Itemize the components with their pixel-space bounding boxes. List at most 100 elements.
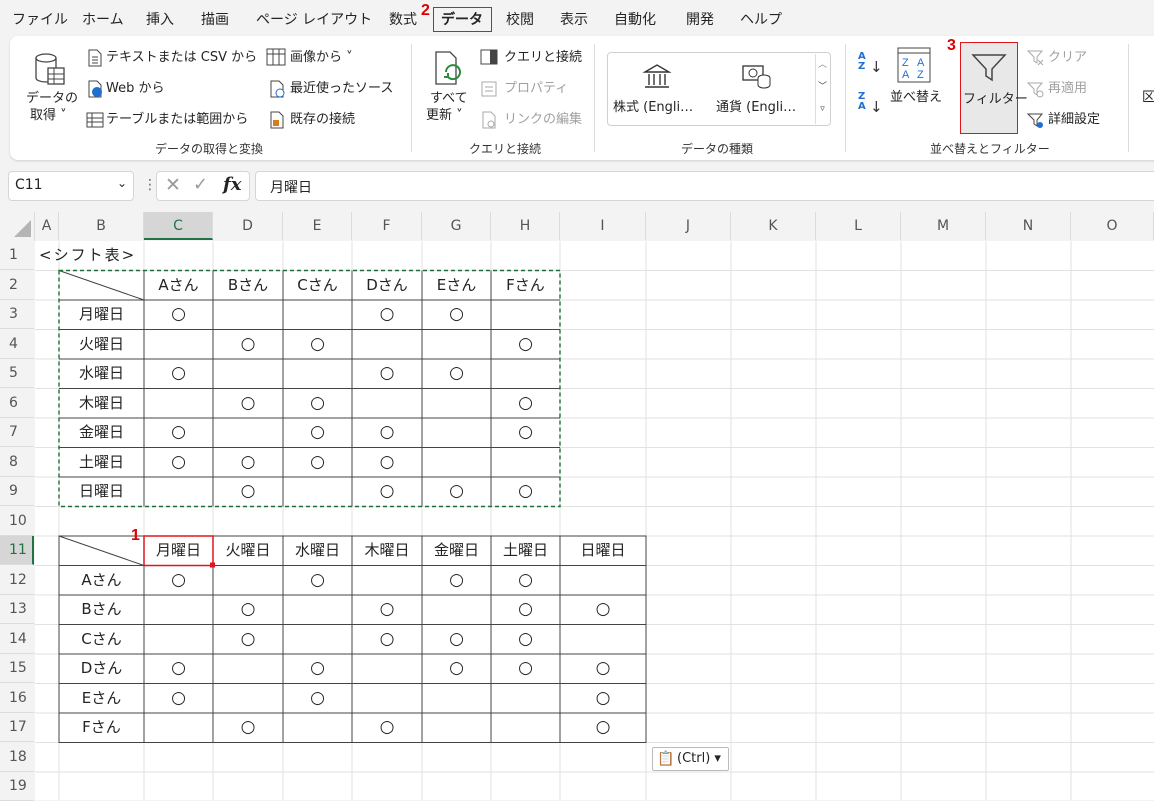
row-header[interactable]: 6 — [0, 388, 34, 418]
shift-cell[interactable] — [422, 389, 491, 418]
paste-options-button[interactable]: 📋 (Ctrl) ▾ — [652, 747, 729, 771]
shift-cell[interactable]: ○ — [213, 477, 283, 506]
shift-cell[interactable]: ○ — [491, 330, 560, 359]
get-data-icon[interactable] — [32, 50, 68, 90]
shift-cell[interactable]: ○ — [491, 654, 560, 683]
row-header[interactable]: 9 — [0, 477, 34, 506]
table-header-cell[interactable]: Cさん — [283, 271, 352, 300]
from-web-button[interactable]: Web から — [106, 81, 164, 97]
row-header[interactable]: 18 — [0, 742, 34, 772]
shift-cell[interactable] — [352, 389, 422, 418]
row-header[interactable]: 13 — [0, 595, 34, 624]
gallery-scroll[interactable]: ︿ ﹀ ▿ — [815, 54, 829, 124]
shift-cell[interactable]: ○ — [283, 684, 352, 713]
shift-cell[interactable] — [144, 477, 213, 506]
shift-cell[interactable] — [422, 684, 491, 713]
row-label-cell[interactable]: 金曜日 — [59, 418, 144, 447]
shift-cell[interactable] — [491, 684, 560, 713]
shift-cell[interactable] — [213, 300, 283, 329]
shift-cell[interactable]: ○ — [352, 713, 422, 742]
row-label-cell[interactable]: 水曜日 — [59, 359, 144, 388]
row-header[interactable]: 14 — [0, 624, 34, 654]
sort-button[interactable]: 並べ替え — [890, 90, 942, 106]
shift-cell[interactable] — [283, 625, 352, 654]
shift-cell[interactable] — [144, 713, 213, 742]
shift-cell[interactable]: ○ — [422, 359, 491, 388]
shift-cell[interactable] — [283, 477, 352, 506]
shift-cell[interactable]: ○ — [213, 713, 283, 742]
stocks-button[interactable]: 株式 (Engli… — [613, 100, 693, 116]
shift-cell[interactable] — [352, 654, 422, 683]
refresh-all-label-1[interactable]: すべて — [430, 91, 468, 107]
column-header[interactable]: F — [352, 212, 422, 240]
shift-cell[interactable]: ○ — [491, 625, 560, 654]
recent-sources-button[interactable]: 最近使ったソース — [290, 81, 393, 97]
get-data-label-1[interactable]: データの — [26, 91, 78, 107]
row-header[interactable]: 16 — [0, 683, 34, 713]
column-header[interactable]: O — [1071, 212, 1154, 240]
table-header-cell[interactable]: 木曜日 — [352, 536, 422, 565]
shift-cell[interactable] — [491, 300, 560, 329]
column-header[interactable]: A — [35, 212, 59, 240]
more-options-icon[interactable]: ⋮ — [143, 177, 157, 193]
from-table-range-button[interactable]: テーブルまたは範囲から — [106, 112, 248, 128]
row-label-cell[interactable]: Eさん — [59, 684, 144, 713]
existing-connections-button[interactable]: 既存の接続 — [290, 112, 355, 128]
shift-cell[interactable] — [352, 566, 422, 595]
table-header-cell[interactable]: Dさん — [352, 271, 422, 300]
table-header-cell[interactable]: Eさん — [422, 271, 491, 300]
tab-review[interactable]: 校閲 — [506, 9, 534, 31]
table-header-cell[interactable]: 水曜日 — [283, 536, 352, 565]
gallery-more-icon[interactable]: ▿ — [816, 98, 829, 120]
shift-cell[interactable] — [283, 595, 352, 624]
shift-cell[interactable]: ○ — [491, 477, 560, 506]
shift-cell[interactable] — [491, 448, 560, 477]
shift-cell[interactable]: ○ — [144, 654, 213, 683]
table-header-cell[interactable]: Fさん — [491, 271, 560, 300]
shift-cell[interactable]: ○ — [144, 566, 213, 595]
table-header-cell[interactable]: Bさん — [213, 271, 283, 300]
row-label-cell[interactable]: Dさん — [59, 654, 144, 683]
tab-file[interactable]: ファイル — [12, 9, 68, 31]
shift-cell[interactable] — [213, 684, 283, 713]
shift-cell[interactable]: ○ — [352, 595, 422, 624]
shift-cell[interactable]: ○ — [560, 595, 646, 624]
currencies-button[interactable]: 通貨 (Engli… — [716, 100, 796, 116]
row-header[interactable]: 3 — [0, 300, 34, 329]
shift-cell[interactable]: ○ — [213, 595, 283, 624]
shift-cell[interactable] — [560, 625, 646, 654]
shift-cell[interactable] — [422, 713, 491, 742]
get-data-label-2[interactable]: 取得 ˅ — [30, 108, 67, 124]
shift-cell[interactable]: ○ — [491, 389, 560, 418]
insert-function-icon[interactable]: fx — [223, 174, 241, 195]
shift-cell[interactable]: ○ — [283, 654, 352, 683]
tab-insert[interactable]: 挿入 — [146, 9, 174, 31]
tab-page-layout[interactable]: ページ レイアウト — [256, 9, 372, 31]
shift-cell[interactable]: ○ — [144, 684, 213, 713]
chevron-down-icon[interactable]: ⌄ — [117, 176, 127, 190]
shift-cell[interactable] — [422, 418, 491, 447]
shift-cell[interactable]: ○ — [283, 566, 352, 595]
shift-cell[interactable] — [144, 389, 213, 418]
row-header[interactable]: 5 — [0, 359, 34, 388]
name-box[interactable]: C11 ⌄ — [8, 171, 134, 201]
from-picture-button[interactable]: 画像から ˅ — [290, 50, 353, 66]
row-header[interactable]: 12 — [0, 565, 34, 595]
shift-cell[interactable] — [491, 713, 560, 742]
shift-cell[interactable]: ○ — [560, 684, 646, 713]
shift-cell[interactable]: ○ — [283, 418, 352, 447]
advanced-button[interactable]: 詳細設定 — [1048, 112, 1100, 128]
row-header[interactable]: 7 — [0, 418, 34, 447]
shift-cell[interactable] — [144, 330, 213, 359]
shift-cell[interactable]: ○ — [352, 448, 422, 477]
queries-connections-button[interactable]: クエリと接続 — [504, 50, 582, 66]
row-header[interactable]: 10 — [0, 506, 34, 536]
column-header[interactable]: H — [491, 212, 560, 240]
row-header[interactable]: 19 — [0, 772, 34, 801]
row-header-selected[interactable]: 11 — [0, 536, 34, 565]
row-label-cell[interactable]: Cさん — [59, 625, 144, 654]
shift-cell[interactable]: ○ — [491, 418, 560, 447]
sheet-title-cell[interactable]: <シフト表> — [39, 241, 136, 270]
shift-cell[interactable] — [283, 300, 352, 329]
scroll-down-icon[interactable]: ﹀ — [816, 76, 829, 98]
